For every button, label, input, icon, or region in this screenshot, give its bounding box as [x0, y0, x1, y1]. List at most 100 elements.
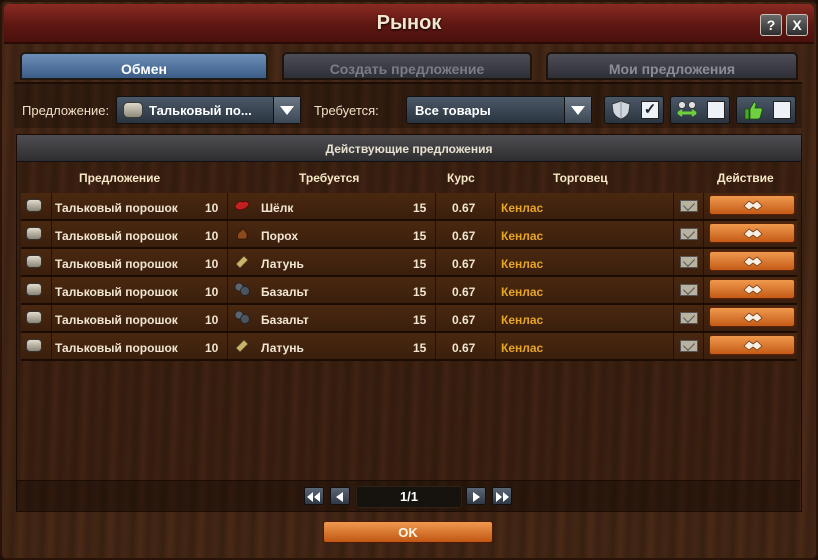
need-amount: 15	[413, 285, 427, 299]
guild-filter-toggle[interactable]: ✓	[604, 96, 664, 124]
chevron-left-icon	[336, 492, 343, 502]
need-amount: 15	[413, 229, 427, 243]
chevron-down-icon[interactable]	[273, 97, 300, 123]
need-good: Латунь	[261, 257, 304, 271]
tab-my-offers[interactable]: Мои предложения	[546, 52, 798, 80]
need-amount: 15	[413, 201, 427, 215]
talc-powder-icon	[26, 283, 42, 296]
ok-button[interactable]: OK	[323, 521, 493, 543]
need-good: Латунь	[261, 341, 304, 355]
offer-good: Тальковый порошок	[55, 313, 178, 327]
message-envelope-icon[interactable]	[680, 284, 698, 296]
need-filter-label: Требуется:	[314, 103, 379, 118]
tab-create-offer[interactable]: Создать предложение	[282, 52, 532, 80]
traders-filter-toggle[interactable]	[670, 96, 730, 124]
handshake-icon	[743, 200, 763, 211]
message-envelope-icon[interactable]	[680, 312, 698, 324]
exchange-rate: 0.67	[452, 201, 476, 215]
table-row: Тальковый порошок 10 Латунь 15 0.67 Кенл…	[21, 249, 797, 277]
offer-filter-label: Предложение:	[22, 103, 110, 118]
need-dropdown[interactable]: Все товары	[406, 96, 592, 124]
friends-filter-checkbox[interactable]	[773, 101, 791, 119]
trader-name[interactable]: Кенлас	[501, 229, 543, 243]
market-window: Рынок ? X Обмен Создать предложение Мои …	[0, 0, 818, 560]
page-indicator: 1/1	[356, 486, 462, 508]
handshake-icon	[743, 228, 763, 239]
exchange-rate: 0.67	[452, 229, 476, 243]
exchange-rate: 0.67	[452, 313, 476, 327]
offer-dropdown[interactable]: Тальковый по...	[116, 96, 301, 124]
help-button[interactable]: ?	[760, 14, 782, 36]
offer-amount: 10	[205, 341, 219, 355]
next-page-button[interactable]	[466, 487, 486, 505]
traders-exchange-icon	[677, 101, 697, 117]
accept-trade-button[interactable]	[709, 223, 795, 243]
trader-name[interactable]: Кенлас	[501, 341, 543, 355]
double-chevron-left-icon	[307, 492, 320, 502]
need-amount: 15	[413, 257, 427, 271]
offer-good: Тальковый порошок	[55, 341, 178, 355]
thumbs-up-icon	[744, 101, 763, 120]
talc-powder-icon	[26, 227, 42, 240]
chevron-down-icon[interactable]	[564, 97, 591, 123]
brass-icon	[235, 339, 249, 353]
exchange-rate: 0.67	[452, 257, 476, 271]
message-envelope-icon[interactable]	[680, 340, 698, 352]
guild-filter-checkbox[interactable]: ✓	[641, 101, 659, 119]
filter-bar: Предложение: Тальковый по... Требуется: …	[14, 82, 802, 128]
column-header-rate: Курс	[447, 171, 475, 185]
talc-powder-icon	[26, 255, 42, 268]
accept-trade-button[interactable]	[709, 251, 795, 271]
offer-good: Тальковый порошок	[55, 229, 178, 243]
close-button[interactable]: X	[786, 14, 808, 36]
need-amount: 15	[413, 313, 427, 327]
trader-name[interactable]: Кенлас	[501, 201, 543, 215]
accept-trade-button[interactable]	[709, 307, 795, 327]
need-good: Порох	[261, 229, 298, 243]
need-amount: 15	[413, 341, 427, 355]
accept-trade-button[interactable]	[709, 195, 795, 215]
offer-dropdown-value: Тальковый по...	[149, 103, 252, 118]
offer-good: Тальковый порошок	[55, 285, 178, 299]
handshake-icon	[743, 312, 763, 323]
chevron-right-icon	[473, 492, 480, 502]
silk-icon	[234, 201, 250, 211]
prev-page-button[interactable]	[330, 487, 350, 505]
message-envelope-icon[interactable]	[680, 200, 698, 212]
brass-icon	[235, 255, 249, 269]
column-header-offer: Предложение	[79, 171, 161, 185]
handshake-icon	[743, 284, 763, 295]
offer-amount: 10	[205, 257, 219, 271]
need-dropdown-value: Все товары	[415, 103, 491, 118]
friends-filter-toggle[interactable]	[736, 96, 796, 124]
window-title: Рынок	[376, 12, 442, 34]
handshake-icon	[743, 340, 763, 351]
accept-trade-button[interactable]	[709, 279, 795, 299]
accept-trade-button[interactable]	[709, 335, 795, 355]
trader-name[interactable]: Кенлас	[501, 257, 543, 271]
offers-panel: Действующие предложения Предложение Треб…	[16, 134, 802, 512]
first-page-button[interactable]	[304, 487, 324, 505]
message-envelope-icon[interactable]	[680, 228, 698, 240]
column-header-need: Требуется	[299, 171, 360, 185]
panel-title: Действующие предложения	[17, 135, 801, 162]
table-row: Тальковый порошок 10 Латунь 15 0.67 Кенл…	[21, 333, 797, 361]
talc-powder-icon	[123, 102, 143, 118]
traders-filter-checkbox[interactable]	[707, 101, 725, 119]
message-envelope-icon[interactable]	[680, 256, 698, 268]
pagination: 1/1	[16, 480, 800, 511]
offer-amount: 10	[205, 201, 219, 215]
need-good: Базальт	[261, 313, 309, 327]
offer-amount: 10	[205, 229, 219, 243]
trader-name[interactable]: Кенлас	[501, 313, 543, 327]
talc-powder-icon	[26, 199, 42, 212]
trader-name[interactable]: Кенлас	[501, 285, 543, 299]
table-row: Тальковый порошок 10 Базальт 15 0.67 Кен…	[21, 305, 797, 333]
offer-good: Тальковый порошок	[55, 257, 178, 271]
column-header-action: Действие	[717, 171, 774, 185]
offer-amount: 10	[205, 313, 219, 327]
tab-exchange[interactable]: Обмен	[20, 52, 268, 80]
last-page-button[interactable]	[492, 487, 512, 505]
offer-good: Тальковый порошок	[55, 201, 178, 215]
talc-powder-icon	[26, 339, 42, 352]
